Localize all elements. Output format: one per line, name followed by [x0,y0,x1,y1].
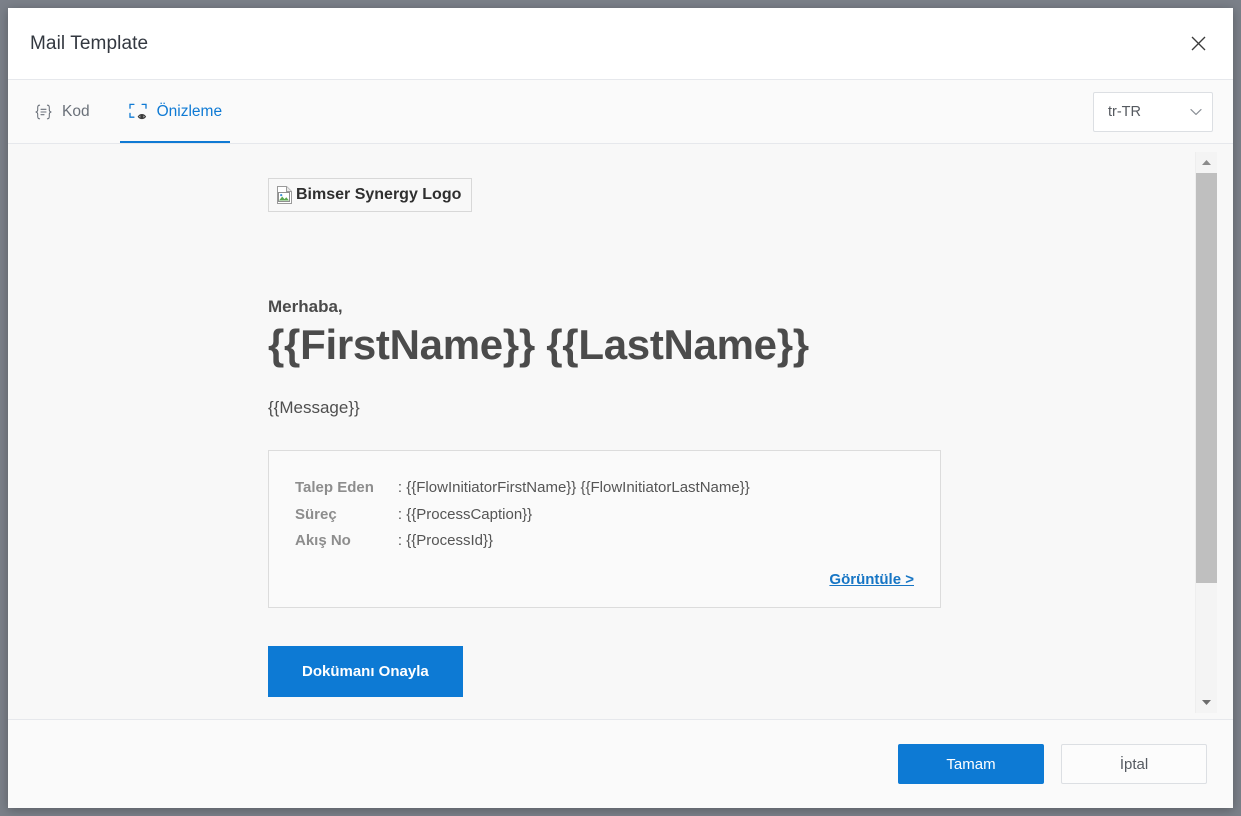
tab-onizleme-label: Önizleme [157,103,222,121]
info-value-talep-eden: : {{FlowInitiatorFirstName}} {{FlowIniti… [398,477,750,504]
cancel-button[interactable]: İptal [1061,744,1207,784]
language-select-value: tr-TR [1108,104,1190,120]
tab-kod-label: Kod [62,103,90,121]
close-icon [1191,36,1206,51]
language-select[interactable]: tr-TR [1093,92,1213,132]
broken-image-icon [275,185,295,205]
message-placeholder: {{Message}} [268,398,1233,418]
info-label-akis-no: Akış No [295,530,398,557]
chevron-down-icon [1190,108,1202,116]
tab-onizleme[interactable]: Önizleme [120,80,230,143]
tab-list: Kod Önizleme [26,80,1093,143]
dialog-header: Mail Template [8,8,1233,80]
info-value-text: {{ProcessId}} [406,532,493,549]
info-value-text: {{FlowInitiatorFirstName}} {{FlowInitiat… [406,479,750,496]
info-separator: : [398,532,402,549]
info-separator: : [398,506,402,523]
scroll-up-arrow-icon[interactable] [1196,152,1217,173]
logo-alt-text: Bimser Synergy Logo [296,186,461,204]
confirm-button[interactable]: Tamam [898,744,1044,784]
process-info-table: Talep Eden : {{FlowInitiatorFirstName}} … [295,477,750,557]
scroll-down-arrow-icon[interactable] [1196,692,1217,713]
preview-icon [128,102,148,121]
info-separator: : [398,479,402,496]
page-title: Mail Template [30,33,1181,55]
table-row: Talep Eden : {{FlowInitiatorFirstName}} … [295,477,750,504]
table-row: Akış No : {{ProcessId}} [295,530,750,557]
preview-pane: Bimser Synergy Logo Merhaba, {{FirstName… [8,144,1233,720]
logo-placeholder: Bimser Synergy Logo [268,178,472,212]
close-button[interactable] [1181,27,1215,61]
scrollbar-thumb[interactable] [1196,173,1217,583]
preview-scrollbar[interactable] [1195,152,1217,713]
table-row: Süreç : {{ProcessCaption}} [295,504,750,531]
process-info-box: Talep Eden : {{FlowInitiatorFirstName}} … [268,450,941,608]
email-preview-content: Bimser Synergy Logo Merhaba, {{FirstName… [8,144,1233,719]
info-label-surec: Süreç [295,504,398,531]
tab-bar: Kod Önizleme tr-TR [8,80,1233,144]
info-value-akis-no: : {{ProcessId}} [398,530,750,557]
info-value-surec: : {{ProcessCaption}} [398,504,750,531]
view-detail-link[interactable]: Görüntüle > [829,571,914,588]
approve-document-button[interactable]: Dokümanı Onayla [268,646,463,697]
info-value-text: {{ProcessCaption}} [406,506,532,523]
mail-template-dialog: Mail Template [8,8,1233,808]
greeting-text: Merhaba, [268,297,1233,317]
info-label-talep-eden: Talep Eden [295,477,398,504]
code-icon [34,103,53,121]
recipient-name-placeholder: {{FirstName}} {{LastName}} [268,323,1233,368]
scrollbar-track[interactable] [1196,173,1217,692]
detail-link-row: Görüntüle > [295,571,914,589]
dialog-footer: Tamam İptal [8,720,1233,808]
tab-kod[interactable]: Kod [26,80,98,143]
